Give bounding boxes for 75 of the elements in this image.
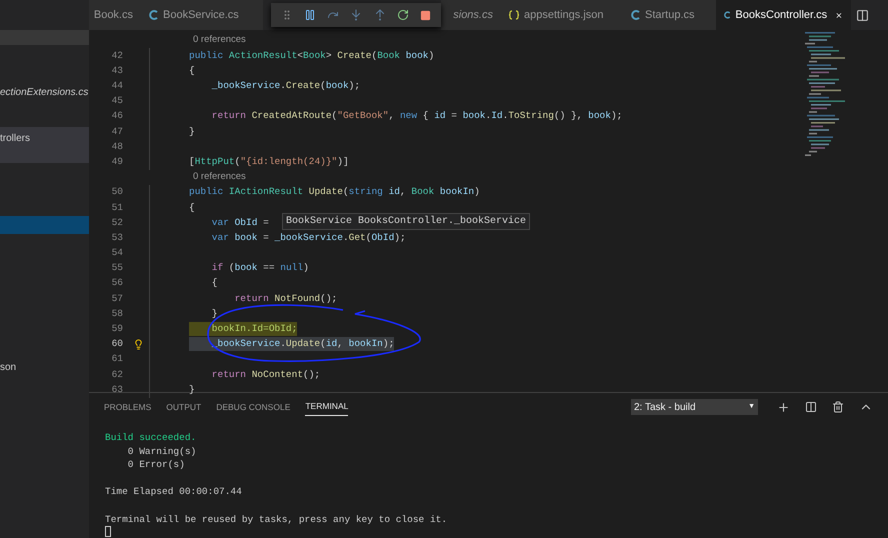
panel-tab[interactable]: DEBUG CONSOLE xyxy=(216,398,290,416)
line-number: 56 xyxy=(110,276,123,290)
line-number: 60 xyxy=(110,337,123,352)
braces-icon xyxy=(509,10,519,20)
code-line: } xyxy=(189,382,195,397)
csharp-file-icon xyxy=(631,10,640,20)
terminal-line: Build succeeded. xyxy=(105,431,198,445)
line-number: 58 xyxy=(110,306,123,321)
line-number: 48 xyxy=(110,140,123,154)
code-line: [HttpPut("{id:length(24)}")] xyxy=(189,154,349,169)
line-number: 49 xyxy=(110,154,123,169)
csharp-file-icon xyxy=(724,10,730,20)
step-over-icon[interactable] xyxy=(327,9,340,21)
line-number: 50 xyxy=(110,185,123,200)
editor-tab[interactable]: BooksController.cs xyxy=(716,0,851,30)
code-line: var book = _bookService.Get(ObId); xyxy=(210,230,406,245)
code-line: public IActionResult Update(string id, Book bookIn) xyxy=(189,185,480,200)
sidebar-item[interactable]: trollers xyxy=(0,127,89,163)
code-line: _bookService.Create(book); xyxy=(210,79,360,94)
editor-tab[interactable]: Startup.cs xyxy=(623,0,716,30)
code-line: } xyxy=(189,124,195,139)
line-number: 46 xyxy=(110,109,123,124)
code-line: { xyxy=(210,276,218,290)
line-number: 42 xyxy=(110,48,123,63)
code-line: return NotFound(); xyxy=(234,292,338,306)
line-number: 51 xyxy=(110,200,123,215)
terminal-line: 0 Warning(s) xyxy=(126,444,198,458)
restart-icon[interactable] xyxy=(397,9,410,21)
split-editor-icon[interactable] xyxy=(856,8,869,22)
terminal-cursor xyxy=(105,526,111,538)
step-into-icon[interactable] xyxy=(350,9,362,21)
codelens-references[interactable]: 0 references xyxy=(193,33,246,48)
terminal-line: Time Elapsed 00:00:07.44 xyxy=(105,485,243,499)
code-line: } xyxy=(210,306,218,321)
panel-tab[interactable]: PROBLEMS xyxy=(104,398,152,416)
split-terminal-icon[interactable] xyxy=(805,401,817,413)
line-number: 43 xyxy=(110,64,123,78)
panel-tab[interactable]: TERMINAL xyxy=(305,398,348,416)
step-out-icon[interactable] xyxy=(374,9,386,21)
code-line: return NoContent(); xyxy=(210,368,320,382)
sidebar-item[interactable]: ectionExtensions.cs xyxy=(0,83,89,101)
csharp-file-icon xyxy=(149,10,158,20)
sidebar-item[interactable]: son xyxy=(0,358,89,376)
line-number: 54 xyxy=(110,246,123,260)
code-line: public ActionResult<Book> Create(Book book) xyxy=(189,48,434,63)
line-number: 45 xyxy=(110,94,123,108)
line-number: 52 xyxy=(110,216,123,230)
code-line: { xyxy=(189,64,195,78)
lightbulb-icon[interactable] xyxy=(132,338,144,350)
terminal-line: 0 Error(s) xyxy=(126,458,186,472)
line-number: 55 xyxy=(110,261,123,276)
code-line: return CreatedAtRoute("GetBook", new { id = book.Id.ToString() }, book); xyxy=(210,109,622,124)
editor-tab[interactable]: Book.cs xyxy=(89,0,141,30)
panel-tab[interactable]: OUTPUT xyxy=(166,398,202,416)
hover-tooltip: BookService BooksController._bookService xyxy=(282,213,530,230)
editor-tab[interactable]: sions.cs xyxy=(441,0,501,30)
editor-tab[interactable]: appsettings.json xyxy=(501,0,623,30)
line-number: 61 xyxy=(110,352,123,366)
terminal-line: Terminal will be reused by tasks, press any key to close it. xyxy=(105,512,448,526)
code-line: if (book == null) xyxy=(210,261,309,276)
line-number: 63 xyxy=(110,382,123,397)
stop-icon[interactable] xyxy=(420,10,432,20)
codelens-references[interactable]: 0 references xyxy=(193,170,246,184)
code-line: { xyxy=(189,200,195,215)
line-number: 57 xyxy=(110,292,123,306)
editor-tab[interactable]: BookService.cs xyxy=(141,0,263,30)
code-line: var ObId = xyxy=(210,216,269,230)
pause-icon[interactable] xyxy=(304,9,316,21)
line-number: 59 xyxy=(110,322,123,336)
trash-icon[interactable] xyxy=(832,401,844,413)
line-number: 44 xyxy=(110,79,123,94)
line-number: 47 xyxy=(110,124,123,139)
line-number: 62 xyxy=(110,368,123,382)
line-number: 53 xyxy=(110,230,123,245)
add-icon[interactable] xyxy=(777,400,790,414)
